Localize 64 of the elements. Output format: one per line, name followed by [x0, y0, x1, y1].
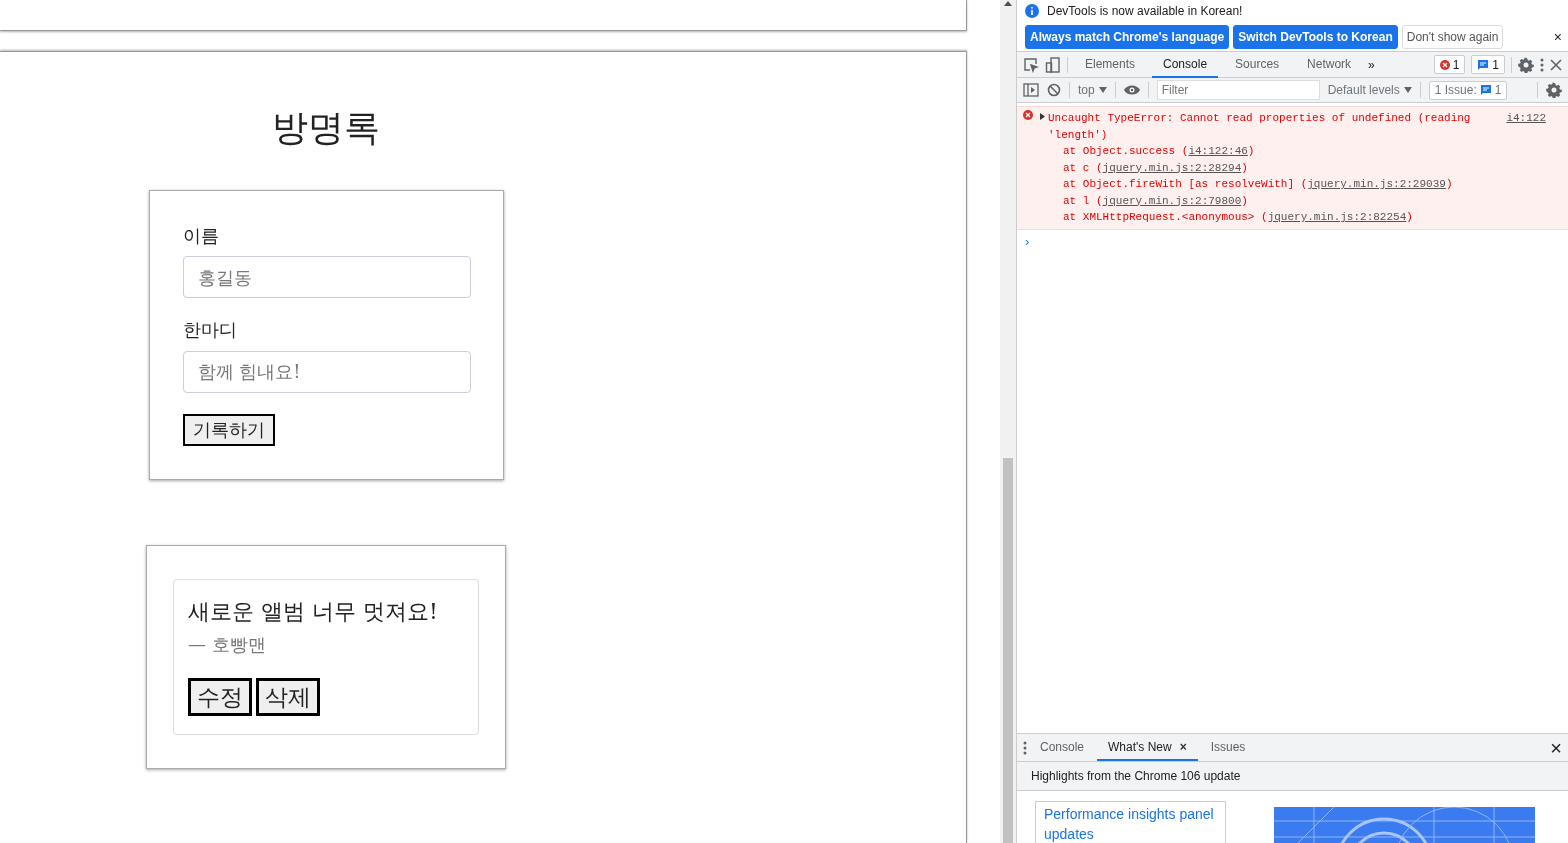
clear-icon[interactable] [1047, 83, 1061, 97]
field-label: 이름 [182, 224, 220, 247]
error-icon [1439, 59, 1450, 70]
source-link[interactable]: i4:122:46 [1188, 145, 1248, 157]
scrollbar-thumb[interactable] [1003, 458, 1013, 843]
context-dropdown[interactable]: top [1078, 81, 1107, 99]
submit-button[interactable]: 기록하기 [182, 413, 275, 446]
levels-dropdown[interactable]: Default levels [1327, 81, 1412, 99]
infobar-message: DevTools is now available in Korean! [1047, 3, 1243, 20]
caret-icon [1403, 87, 1412, 93]
field-label: 한마디 [182, 319, 238, 341]
device-icon[interactable] [1045, 56, 1061, 73]
message-icon [1479, 84, 1492, 96]
devtools-tab[interactable]: Elements [1074, 51, 1147, 78]
close-button[interactable]: × [1550, 739, 1562, 756]
close-icon[interactable] [1550, 58, 1562, 71]
panel-heading: Highlights from the Chrome 106 update [1017, 761, 1568, 791]
stack-line: at l (jquery.min.js:2:79800) [1062, 193, 1249, 209]
devtools-tab[interactable]: Sources [1224, 51, 1291, 78]
stack-line: at Object.fireWith [as resolveWith] (jquery.min.js:2:29039) [1062, 177, 1454, 192]
issues-counter[interactable]: 1 Issue: 1 [1428, 80, 1508, 100]
settings-icon[interactable] [1518, 56, 1534, 73]
stack-line: at c (jquery.min.js:2:28294) [1062, 160, 1249, 176]
more-options-icon[interactable] [1023, 740, 1027, 755]
scroll-up-icon[interactable] [1004, 0, 1012, 6]
infobar-button[interactable]: Always match Chrome's language [1025, 25, 1230, 49]
message-counter[interactable]: 1 [1471, 55, 1505, 74]
input-field[interactable]: 함께 힘내요! [182, 350, 471, 393]
console-prompt[interactable]: › [1017, 229, 1568, 253]
entry-message: 새로운 앨범 너무 멋져요! [188, 598, 439, 626]
drawer-tab[interactable]: Issues [1199, 734, 1257, 761]
infobar-button[interactable]: Switch DevTools to Korean [1233, 25, 1398, 49]
inspect-icon[interactable] [1023, 56, 1039, 73]
entry-author: — 호빵맨 [188, 633, 267, 658]
expand-icon[interactable] [1039, 113, 1046, 120]
source-link[interactable]: jquery.min.js:2:82254 [1267, 211, 1407, 223]
drawer-tab[interactable]: Console [1029, 734, 1096, 761]
more-options-icon[interactable] [1540, 57, 1544, 72]
sidebar-icon[interactable] [1023, 83, 1039, 97]
more-tabs-button[interactable]: » [1368, 55, 1375, 74]
close-tab-button[interactable]: × [1179, 737, 1187, 756]
devtools-tab[interactable]: Network [1296, 51, 1363, 78]
delete-button[interactable]: 삭제 [256, 678, 320, 717]
error-message: Uncaught TypeError: Cannot read properties of undefined (reading 'length') [1047, 111, 1472, 143]
stack-line: at Object.success (i4:122:46) [1062, 144, 1256, 159]
edit-button[interactable]: 수정 [188, 678, 252, 717]
source-link[interactable]: i4:122 [1506, 110, 1546, 143]
settings-icon[interactable] [1546, 82, 1562, 98]
infobar-button[interactable]: Don't show again [1401, 25, 1504, 49]
feature-link[interactable]: Performance insights panel updates [1035, 801, 1226, 843]
error-counter[interactable]: 1 [1433, 55, 1466, 74]
source-link[interactable]: jquery.min.js:2:79800 [1102, 194, 1242, 207]
source-link[interactable]: jquery.min.js:2:29039 [1307, 178, 1446, 190]
stack-line: at XMLHttpRequest.<anonymous> (jquery.min.js:2:82254) [1062, 210, 1414, 225]
message-icon [1477, 58, 1490, 71]
close-button[interactable]: × [1553, 30, 1562, 44]
input-field[interactable]: 홍길동 [182, 256, 471, 299]
eye-icon[interactable] [1123, 84, 1140, 96]
source-link[interactable]: jquery.min.js:2:28294 [1102, 161, 1242, 174]
caret-icon [1098, 87, 1107, 93]
info-icon [1025, 4, 1039, 18]
filter-field[interactable]: Filter [1156, 80, 1320, 100]
error-icon [1023, 110, 1033, 120]
page-title: 방명록 [272, 108, 380, 148]
